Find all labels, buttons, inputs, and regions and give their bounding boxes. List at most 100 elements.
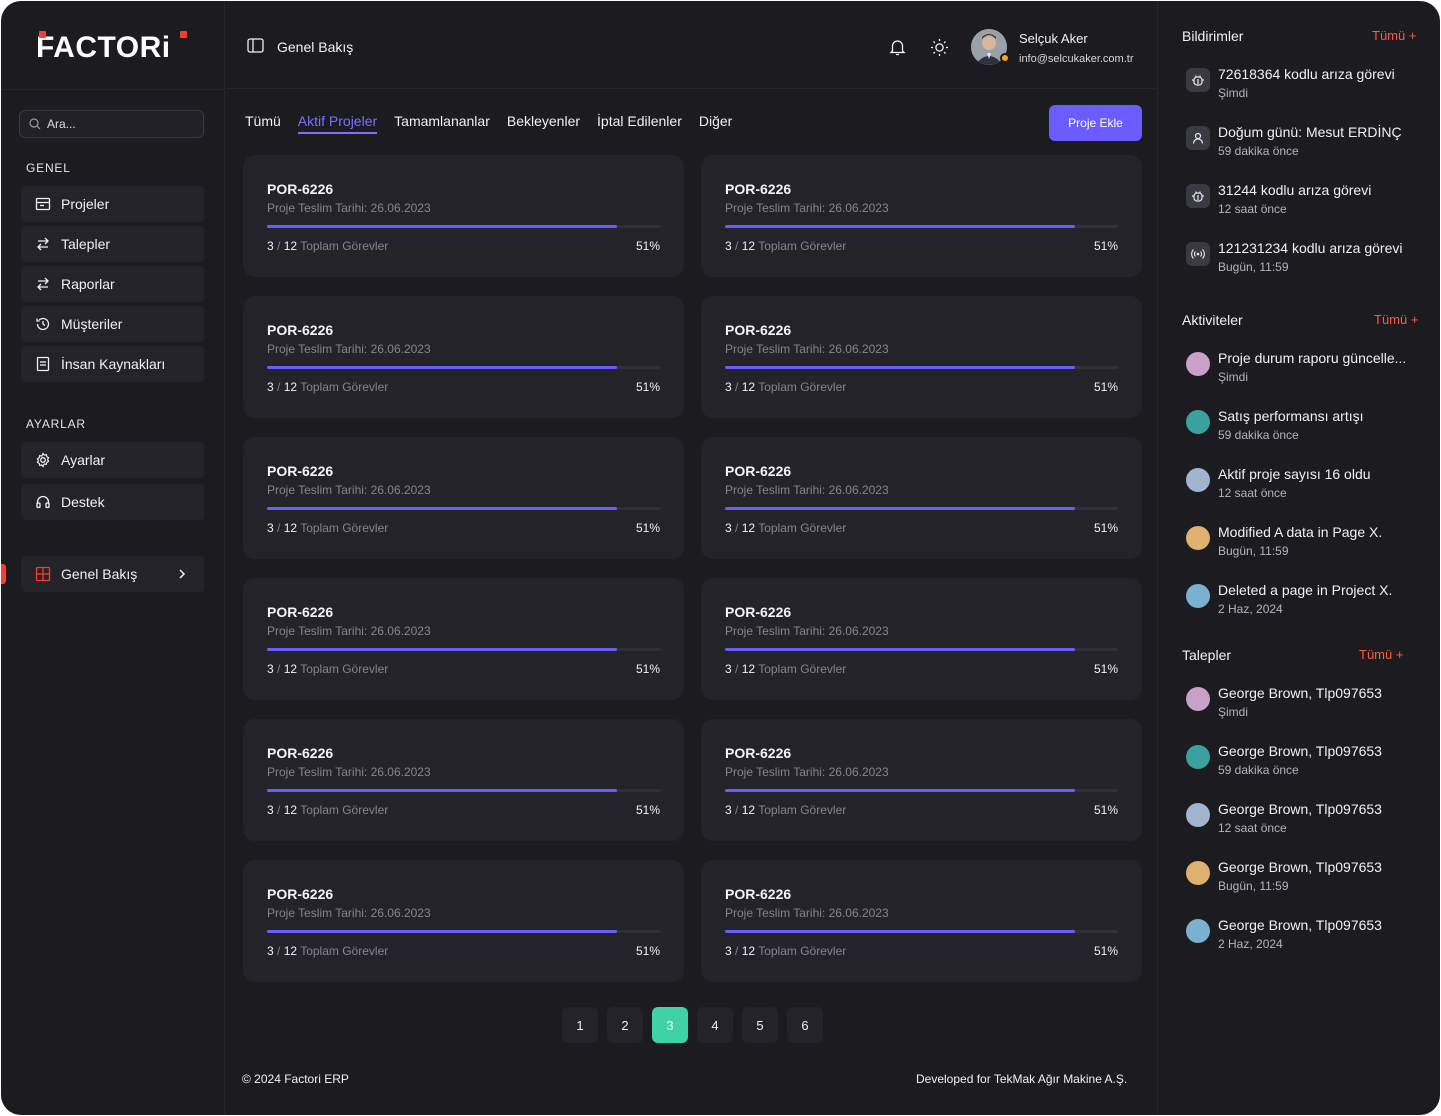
activities-title: Aktiviteler <box>1182 312 1243 328</box>
tab-completed[interactable]: Tamamlananlar <box>394 113 490 134</box>
page-button[interactable]: 5 <box>742 1007 778 1043</box>
request-item[interactable]: George Brown, Tlp097653 Bugün, 11:59 <box>1186 859 1436 899</box>
nav-item-hr[interactable]: İnsan Kaynakları <box>21 346 204 382</box>
request-item[interactable]: George Brown, Tlp097653 12 saat önce <box>1186 801 1436 841</box>
activity-text: Satış performansı artışı <box>1218 408 1364 424</box>
progress-fill <box>267 930 617 933</box>
nav-item-label: Raporlar <box>61 276 115 292</box>
bell-icon[interactable] <box>887 37 907 57</box>
notification-item[interactable]: 31244 kodlu arıza görevi 12 saat önce <box>1186 182 1436 222</box>
request-text: George Brown, Tlp097653 <box>1218 743 1382 759</box>
nav-item-support[interactable]: Destek <box>21 484 204 520</box>
sidebar-toggle-icon[interactable] <box>247 38 264 56</box>
brand-logo[interactable]: FACTORi <box>36 31 187 63</box>
activities-all-link[interactable]: Tümü + <box>1374 312 1418 327</box>
avatar <box>1186 687 1210 711</box>
user-email: info@selcukaker.com.tr <box>1019 53 1134 65</box>
activity-item[interactable]: Aktif proje sayısı 16 oldu 12 saat önce <box>1186 466 1436 506</box>
task-count: 3 / 12 Toplam Görevler <box>725 803 846 817</box>
project-code: POR-6226 <box>725 322 792 338</box>
requests-all-link[interactable]: Tümü + <box>1359 647 1403 662</box>
page-button[interactable]: 1 <box>562 1007 598 1043</box>
project-card[interactable]: POR-6226 Proje Teslim Tarihi: 26.06.2023… <box>243 155 684 277</box>
tab-other[interactable]: Diğer <box>699 113 732 134</box>
task-count: 3 / 12 Toplam Görevler <box>725 662 846 676</box>
nav-item-projects[interactable]: Projeler <box>21 186 204 222</box>
project-card[interactable]: POR-6226 Proje Teslim Tarihi: 26.06.2023… <box>701 296 1142 418</box>
project-card[interactable]: POR-6226 Proje Teslim Tarihi: 26.06.2023… <box>243 860 684 982</box>
project-card[interactable]: POR-6226 Proje Teslim Tarihi: 26.06.2023… <box>243 437 684 559</box>
footer-copyright: © 2024 Factori ERP <box>242 1072 349 1086</box>
project-card[interactable]: POR-6226 Proje Teslim Tarihi: 26.06.2023… <box>243 296 684 418</box>
progress-percent: 51% <box>635 803 660 817</box>
nav-item-overview[interactable]: Genel Bakış <box>21 556 204 592</box>
notification-time: 59 dakika önce <box>1218 144 1299 158</box>
project-card[interactable]: POR-6226 Proje Teslim Tarihi: 26.06.2023… <box>701 155 1142 277</box>
nav-item-requests[interactable]: Talepler <box>21 226 204 262</box>
progress-fill <box>725 930 1075 933</box>
nav-item-customers[interactable]: Müşteriler <box>21 306 204 342</box>
activity-item[interactable]: Satış performansı artışı 59 dakika önce <box>1186 408 1436 448</box>
progress-fill <box>267 648 617 651</box>
search-input[interactable] <box>47 117 187 131</box>
search-box[interactable] <box>19 110 204 138</box>
request-item[interactable]: George Brown, Tlp097653 Şimdi <box>1186 685 1436 725</box>
project-card[interactable]: POR-6226 Proje Teslim Tarihi: 26.06.2023… <box>701 578 1142 700</box>
nav-item-reports[interactable]: Raporlar <box>21 266 204 302</box>
nav-item-label: Projeler <box>61 196 110 212</box>
project-card[interactable]: POR-6226 Proje Teslim Tarihi: 26.06.2023… <box>701 437 1142 559</box>
progress-fill <box>267 507 617 510</box>
tasks-done: 3 <box>725 380 732 394</box>
nav-item-settings[interactable]: Ayarlar <box>21 442 204 478</box>
progress-bar <box>267 225 660 228</box>
tasks-done: 3 <box>725 521 732 535</box>
project-code: POR-6226 <box>267 886 334 902</box>
tasks-separator: / <box>735 239 739 253</box>
project-code: POR-6226 <box>725 604 792 620</box>
activity-time: 2 Haz, 2024 <box>1218 602 1283 616</box>
page-button-current[interactable]: 3 <box>652 1007 688 1043</box>
notifications-all-link[interactable]: Tümü + <box>1372 28 1416 43</box>
project-due-date: Proje Teslim Tarihi: 26.06.2023 <box>267 906 431 920</box>
activity-item[interactable]: Modified A data in Page X. Bugün, 11:59 <box>1186 524 1436 564</box>
project-card[interactable]: POR-6226 Proje Teslim Tarihi: 26.06.2023… <box>243 719 684 841</box>
notification-time: Bugün, 11:59 <box>1218 260 1289 274</box>
progress-bar <box>725 789 1118 792</box>
bug-icon <box>1186 184 1210 208</box>
status-badge <box>1000 53 1010 63</box>
project-card[interactable]: POR-6226 Proje Teslim Tarihi: 26.06.2023… <box>243 578 684 700</box>
tasks-total-label: Toplam Görevler <box>300 944 389 958</box>
activity-item[interactable]: Deleted a page in Project X. 2 Haz, 2024 <box>1186 582 1436 622</box>
tab-pending[interactable]: Bekleyenler <box>507 113 580 134</box>
tab-active-projects[interactable]: Aktif Projeler <box>297 113 378 134</box>
notification-item[interactable]: Doğum günü: Mesut ERDİNÇ 59 dakika önce <box>1186 124 1436 164</box>
page-button[interactable]: 4 <box>697 1007 733 1043</box>
project-card[interactable]: POR-6226 Proje Teslim Tarihi: 26.06.2023… <box>701 860 1142 982</box>
requests-title: Talepler <box>1182 647 1232 663</box>
notification-text: 72618364 kodlu arıza görevi <box>1218 66 1395 82</box>
nav-item-label: İnsan Kaynakları <box>61 356 166 372</box>
tasks-total-label: Toplam Görevler <box>758 521 847 535</box>
request-item[interactable]: George Brown, Tlp097653 2 Haz, 2024 <box>1186 917 1436 957</box>
page-button[interactable]: 2 <box>607 1007 643 1043</box>
notification-item[interactable]: 121231234 kodlu arıza görevi Bugün, 11:5… <box>1186 240 1436 280</box>
project-due-date: Proje Teslim Tarihi: 26.06.2023 <box>267 765 431 779</box>
activity-item[interactable]: Proje durum raporu güncelle... Şimdi <box>1186 350 1436 390</box>
tab-all[interactable]: Tümü <box>245 113 281 134</box>
user-name: Selçuk Aker <box>1019 31 1088 46</box>
add-project-button[interactable]: Proje Ekle <box>1049 105 1142 141</box>
progress-percent: 51% <box>635 380 660 394</box>
progress-fill <box>267 225 617 228</box>
sun-icon[interactable] <box>929 37 949 57</box>
tasks-separator: / <box>735 803 739 817</box>
progress-bar <box>267 648 660 651</box>
notification-time: 12 saat önce <box>1218 202 1287 216</box>
progress-bar <box>725 930 1118 933</box>
request-item[interactable]: George Brown, Tlp097653 59 dakika önce <box>1186 743 1436 783</box>
project-due-date: Proje Teslim Tarihi: 26.06.2023 <box>267 342 431 356</box>
notification-item[interactable]: 72618364 kodlu arıza görevi Şimdi <box>1186 66 1436 106</box>
page-button[interactable]: 6 <box>787 1007 823 1043</box>
progress-bar <box>725 507 1118 510</box>
tab-cancelled[interactable]: İptal Edilenler <box>597 113 682 134</box>
project-card[interactable]: POR-6226 Proje Teslim Tarihi: 26.06.2023… <box>701 719 1142 841</box>
